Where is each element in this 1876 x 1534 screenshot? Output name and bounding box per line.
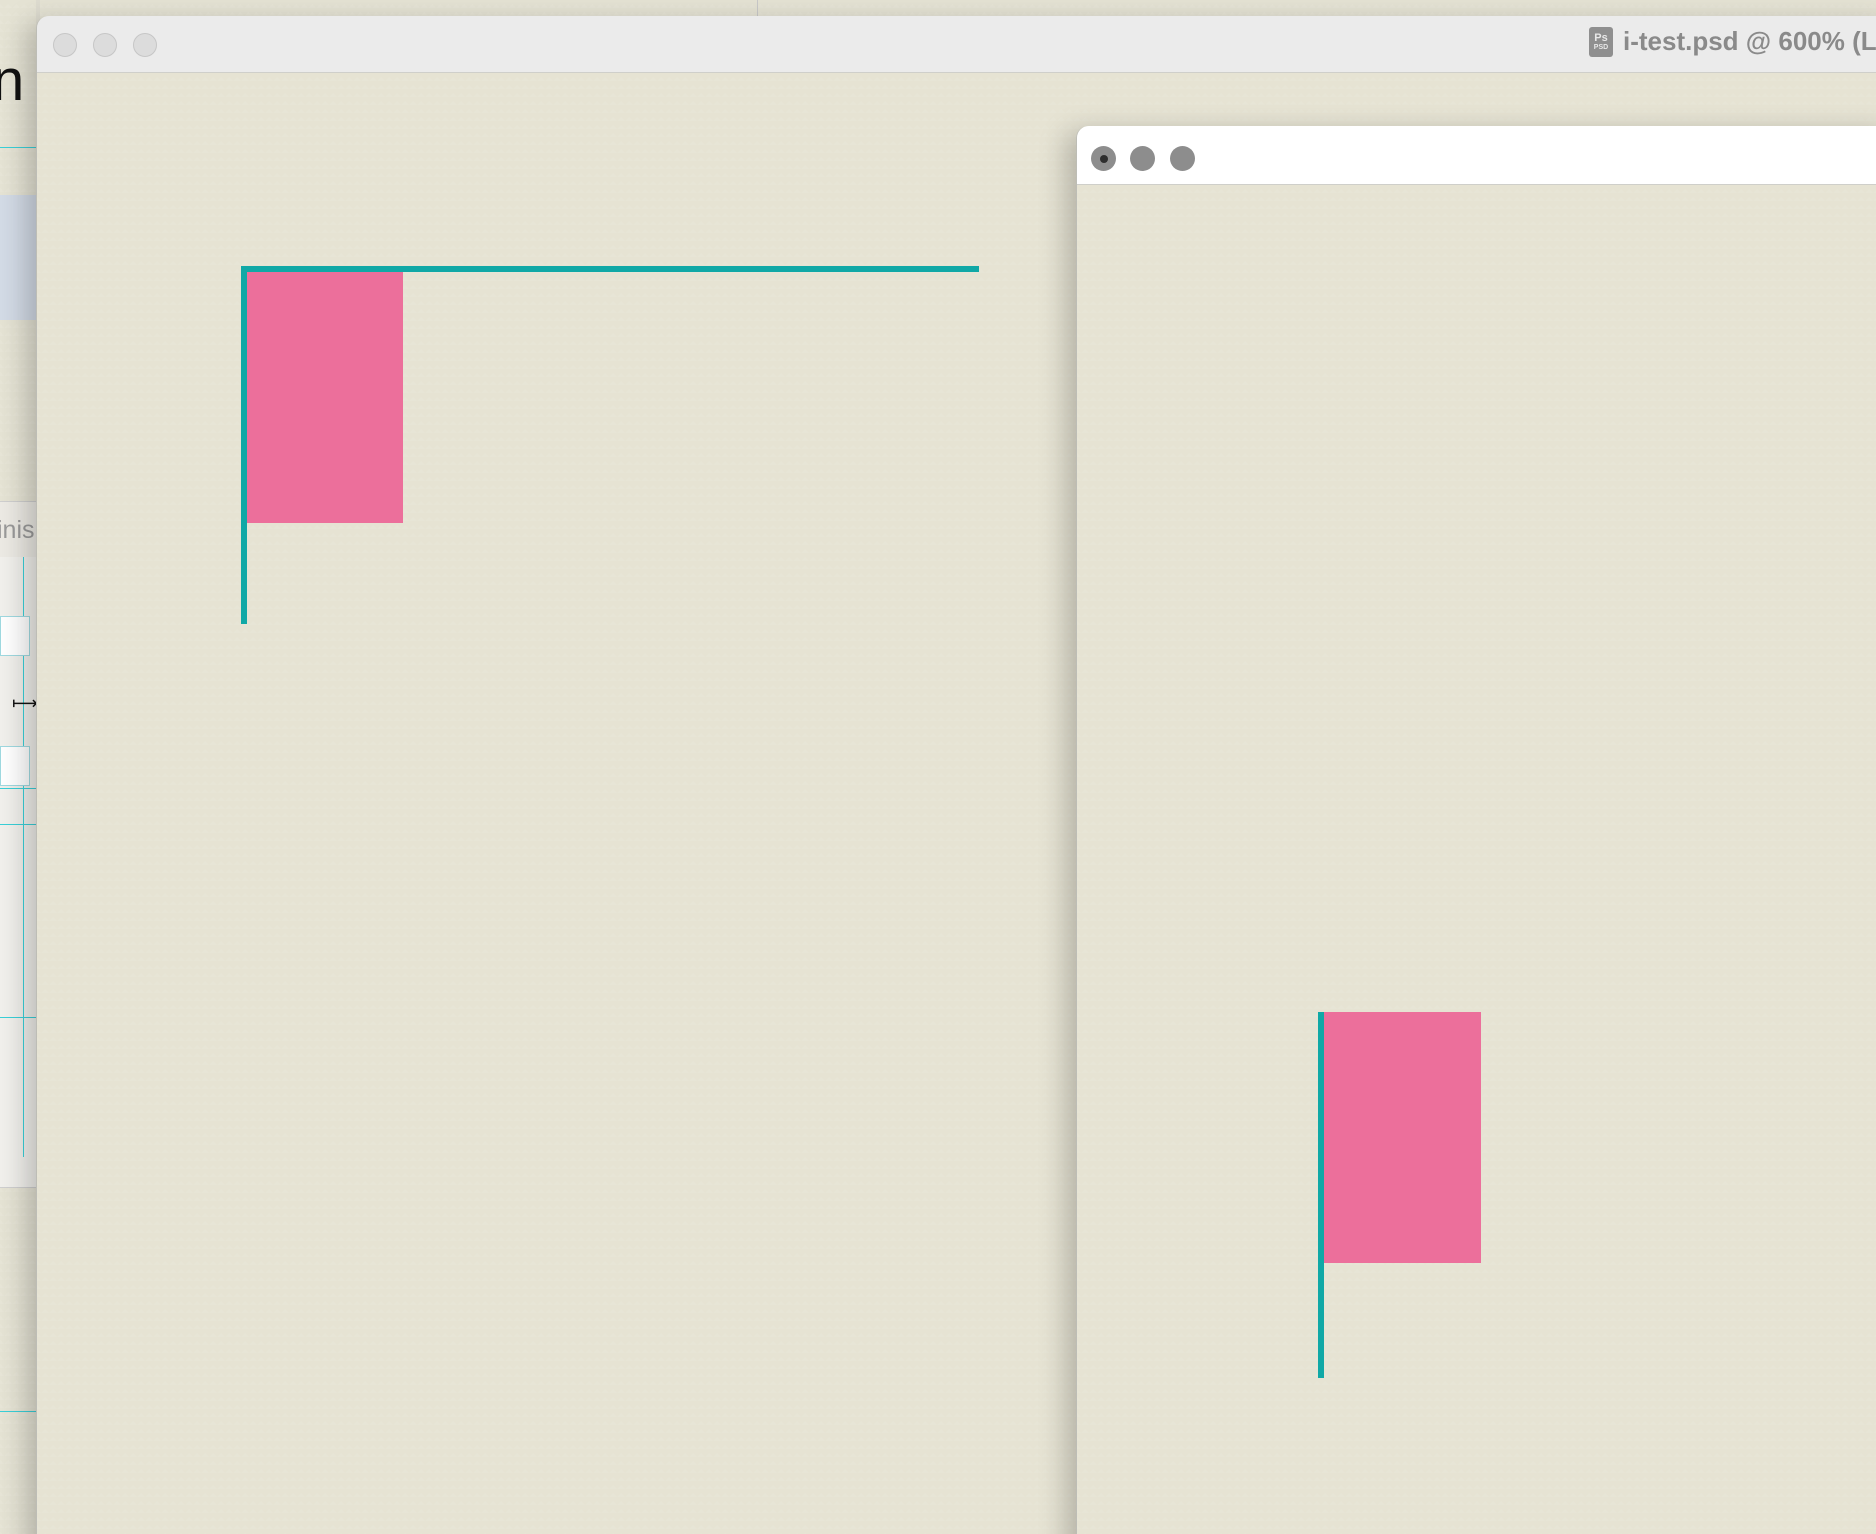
guide-line [0, 1017, 40, 1018]
guide-line [0, 824, 40, 825]
background-blue-panel [0, 195, 36, 320]
selection-edge-top [241, 266, 979, 272]
background-input-field[interactable] [0, 746, 30, 786]
document-canvas[interactable] [1077, 185, 1876, 1534]
minimize-button[interactable] [93, 33, 117, 57]
background-app-fragment: n inis ⟼ [0, 0, 40, 1534]
pink-layer-shape[interactable] [1324, 1012, 1481, 1263]
close-button[interactable] [53, 33, 77, 57]
window-title-text: i-test.psd @ 600% (La [1623, 26, 1876, 56]
background-heading-fragment: n [0, 48, 25, 113]
window-title: Ps PSD i-test.psd @ 600% (La [1589, 26, 1876, 57]
window-titlebar[interactable] [1077, 126, 1876, 185]
zoom-button[interactable] [133, 33, 157, 57]
ps-file-icon: Ps PSD [1589, 26, 1613, 57]
background-tab-label: inis [0, 516, 35, 544]
window-titlebar[interactable]: Ps PSD i-test.psd @ 600% (La [37, 16, 1876, 73]
desktop: n inis ⟼ Ps PSD i-test.psd @ 600% (La [0, 0, 1876, 1534]
guide-line [0, 788, 40, 789]
pink-layer-shape[interactable] [247, 272, 403, 523]
close-button[interactable] [1091, 146, 1116, 171]
background-tab[interactable]: inis [0, 501, 40, 558]
minimize-button[interactable] [1130, 146, 1155, 171]
guide-line [0, 147, 40, 148]
selection-edge-left [1318, 1012, 1324, 1378]
document-window-front[interactable] [1076, 126, 1876, 1534]
arrow-icon: ⟼ [12, 693, 38, 713]
guide-line [0, 1411, 40, 1412]
background-divider [757, 0, 758, 16]
background-input-field[interactable] [0, 616, 30, 656]
selection-edge-left [241, 266, 247, 624]
zoom-button[interactable] [1170, 146, 1195, 171]
